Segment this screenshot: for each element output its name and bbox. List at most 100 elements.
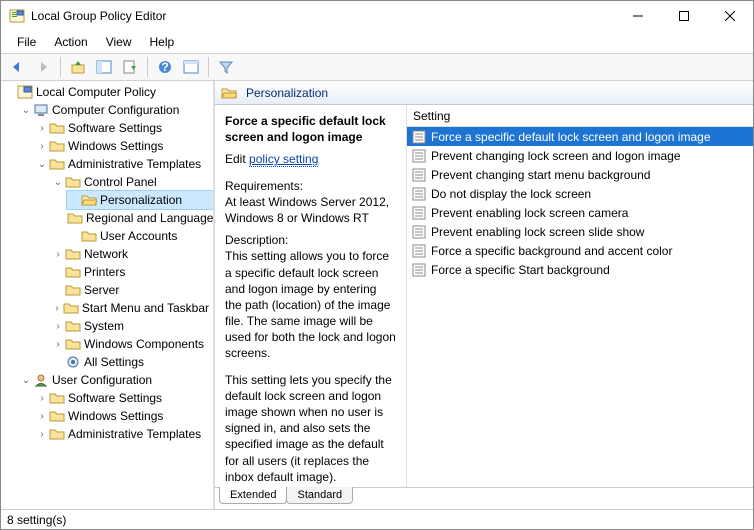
settings-pane: Setting Force a specific default lock sc… [407, 105, 753, 487]
tree-software-settings[interactable]: ›Software Settings [35, 119, 213, 137]
folder-icon [65, 336, 81, 352]
tab-standard[interactable]: Standard [286, 487, 353, 504]
setting-label: Force a specific background and accent c… [431, 244, 672, 258]
tree-control-panel[interactable]: ⌄Control Panel [51, 173, 213, 191]
tree-pane[interactable]: Local Computer Policy ⌄ Computer Configu… [1, 81, 215, 509]
expand-icon[interactable]: › [35, 411, 49, 422]
folder-icon [49, 390, 65, 406]
expand-icon[interactable]: › [35, 393, 49, 404]
up-button[interactable] [66, 56, 90, 78]
toolbar-separator [147, 57, 148, 77]
folder-icon [67, 210, 83, 226]
tree-all-settings[interactable]: All Settings [51, 353, 213, 371]
setting-row[interactable]: Force a specific Start background [407, 260, 753, 279]
policy-item-icon [411, 224, 427, 240]
folder-icon [49, 408, 65, 424]
setting-row[interactable]: Prevent changing start menu background [407, 165, 753, 184]
menu-action[interactable]: Action [46, 33, 95, 51]
tree-label: Computer Configuration [52, 103, 179, 117]
user-icon [33, 372, 49, 388]
expand-icon[interactable]: › [51, 321, 65, 332]
menu-help[interactable]: Help [142, 33, 183, 51]
folder-icon [65, 264, 81, 280]
policy-item-icon [411, 243, 427, 259]
setting-row[interactable]: Prevent changing lock screen and logon i… [407, 146, 753, 165]
settings-icon [65, 354, 81, 370]
tree-computer-configuration[interactable]: ⌄ Computer Configuration [19, 101, 213, 119]
expand-icon[interactable]: › [51, 303, 63, 314]
export-list-button[interactable] [118, 56, 142, 78]
toolbar: ? [1, 53, 753, 81]
tree-windows-settings[interactable]: ›Windows Settings [35, 137, 213, 155]
setting-row[interactable]: Force a specific background and accent c… [407, 241, 753, 260]
minimize-button[interactable] [615, 1, 661, 31]
tree-server[interactable]: Server [51, 281, 213, 299]
setting-label: Force a specific default lock screen and… [431, 130, 711, 144]
menu-view[interactable]: View [98, 33, 140, 51]
edit-row: Edit policy setting [225, 151, 396, 167]
req-text: At least Windows Server 2012, Windows 8 … [225, 194, 396, 226]
setting-row[interactable]: Do not display the lock screen [407, 184, 753, 203]
setting-label: Do not display the lock screen [431, 187, 591, 201]
req-label: Requirements: [225, 178, 396, 194]
properties-button[interactable] [179, 56, 203, 78]
collapse-icon[interactable]: ⌄ [35, 159, 49, 170]
tree-label: User Accounts [100, 229, 177, 243]
tree-label: Start Menu and Taskbar [82, 301, 209, 315]
right-pane: Personalization Force a specific default… [215, 81, 753, 509]
tree-start-menu-taskbar[interactable]: › Start Menu and Taskbar [51, 299, 213, 317]
breadcrumb-text: Personalization [246, 86, 328, 100]
tree-personalization[interactable]: Personalization [67, 191, 213, 209]
tree-user-accounts[interactable]: User Accounts [67, 227, 213, 245]
expand-icon[interactable]: › [35, 141, 49, 152]
edit-prefix: Edit [225, 152, 249, 166]
svg-text:?: ? [161, 60, 168, 74]
toolbar-separator [208, 57, 209, 77]
tree-uc-windows-settings[interactable]: ›Windows Settings [35, 407, 213, 425]
tree-uc-software-settings[interactable]: ›Software Settings [35, 389, 213, 407]
tree-windows-components[interactable]: › Windows Components [51, 335, 213, 353]
description-pane: Force a specific default lock screen and… [215, 105, 407, 487]
requirements: Requirements: At least Windows Server 20… [225, 178, 396, 227]
show-hide-tree-button[interactable] [92, 56, 116, 78]
expand-icon[interactable]: › [35, 429, 49, 440]
expand-icon[interactable]: › [35, 123, 49, 134]
tree-root[interactable]: Local Computer Policy [3, 83, 213, 101]
setting-row[interactable]: Prevent enabling lock screen camera [407, 203, 753, 222]
setting-row[interactable]: Prevent enabling lock screen slide show [407, 222, 753, 241]
tree-uc-admin-templates[interactable]: ›Administrative Templates [35, 425, 213, 443]
filter-button[interactable] [214, 56, 238, 78]
tree-admin-templates[interactable]: ⌄Administrative Templates [35, 155, 213, 173]
tree-printers[interactable]: Printers [51, 263, 213, 281]
tree-network[interactable]: ›Network [51, 245, 213, 263]
settings-list[interactable]: Force a specific default lock screen and… [407, 127, 753, 487]
back-button[interactable] [5, 56, 29, 78]
expand-icon[interactable]: › [51, 249, 65, 260]
tree-system[interactable]: ›System [51, 317, 213, 335]
tree-label: Windows Components [84, 337, 204, 351]
maximize-button[interactable] [661, 1, 707, 31]
folder-icon [63, 300, 79, 316]
breadcrumb: Personalization [215, 81, 753, 105]
collapse-icon[interactable]: ⌄ [51, 177, 65, 188]
expand-icon[interactable]: › [51, 339, 65, 350]
column-header-setting[interactable]: Setting [407, 105, 753, 127]
policy-item-icon [411, 148, 427, 164]
tree-regional-language[interactable]: Regional and Language Options [67, 209, 213, 227]
tree-user-configuration[interactable]: ⌄User Configuration [19, 371, 213, 389]
close-button[interactable] [707, 1, 753, 31]
edit-policy-link[interactable]: policy setting [249, 152, 318, 167]
tree-label: All Settings [84, 355, 144, 369]
policy-item-icon [411, 186, 427, 202]
help-button[interactable]: ? [153, 56, 177, 78]
setting-row[interactable]: Force a specific default lock screen and… [407, 127, 753, 146]
desc-para-2: This setting lets you specify the defaul… [225, 372, 396, 485]
collapse-icon[interactable]: ⌄ [19, 375, 33, 386]
collapse-icon[interactable]: ⌄ [19, 105, 33, 116]
tab-extended[interactable]: Extended [219, 487, 287, 504]
menu-file[interactable]: File [9, 33, 44, 51]
tree-label: Regional and Language Options [86, 211, 215, 225]
toolbar-separator [60, 57, 61, 77]
forward-button[interactable] [31, 56, 55, 78]
tree-label: Server [84, 283, 119, 297]
